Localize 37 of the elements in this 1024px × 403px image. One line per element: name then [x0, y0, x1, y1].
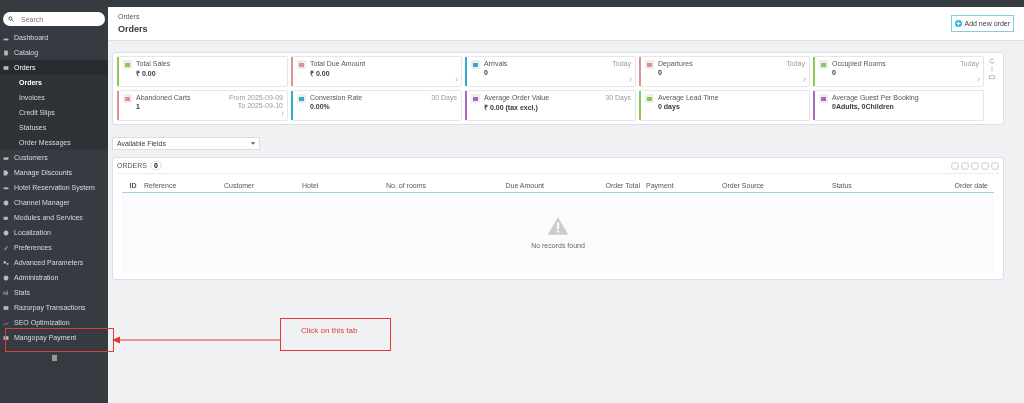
menu-icon	[3, 244, 9, 251]
kpi-icon	[471, 94, 480, 103]
kpi-icon	[123, 60, 132, 69]
kpi-icon	[471, 60, 480, 69]
menu-icon	[3, 49, 9, 56]
menu-icon	[3, 199, 9, 206]
chevron-icon[interactable]	[455, 77, 458, 82]
caret-icon	[251, 142, 255, 145]
page-title: Orders	[118, 24, 148, 34]
menu-icon	[3, 289, 9, 296]
kpi-icon	[297, 94, 306, 103]
chevron-icon[interactable]	[803, 77, 806, 82]
menu-icon	[3, 64, 9, 71]
menu-icon	[3, 259, 9, 266]
menu-icon	[3, 334, 9, 341]
plus-icon	[955, 20, 963, 27]
menu-icon	[3, 274, 9, 281]
collapse-icon[interactable]	[51, 355, 57, 361]
chevron-icon[interactable]	[281, 111, 284, 116]
kpi-icon	[819, 60, 828, 69]
toggle-icon[interactable]	[989, 74, 995, 80]
callout-note: Click on this tab	[280, 318, 391, 351]
kpi-icon	[645, 60, 654, 69]
kpi-icon	[645, 94, 654, 103]
chevron-icon[interactable]	[629, 77, 632, 82]
menu-icon	[3, 154, 9, 161]
menu-icon	[3, 169, 9, 176]
menu-icon	[3, 214, 9, 221]
menu-icon	[3, 304, 9, 311]
warning-icon	[547, 215, 569, 236]
kpi-icon	[123, 94, 132, 103]
chevron-icon[interactable]	[977, 77, 980, 82]
menu-icon	[3, 184, 9, 191]
kpi-icon	[819, 94, 828, 103]
kpi-icon	[297, 60, 306, 69]
more-icon[interactable]	[989, 66, 995, 72]
menu-icon	[3, 229, 9, 236]
